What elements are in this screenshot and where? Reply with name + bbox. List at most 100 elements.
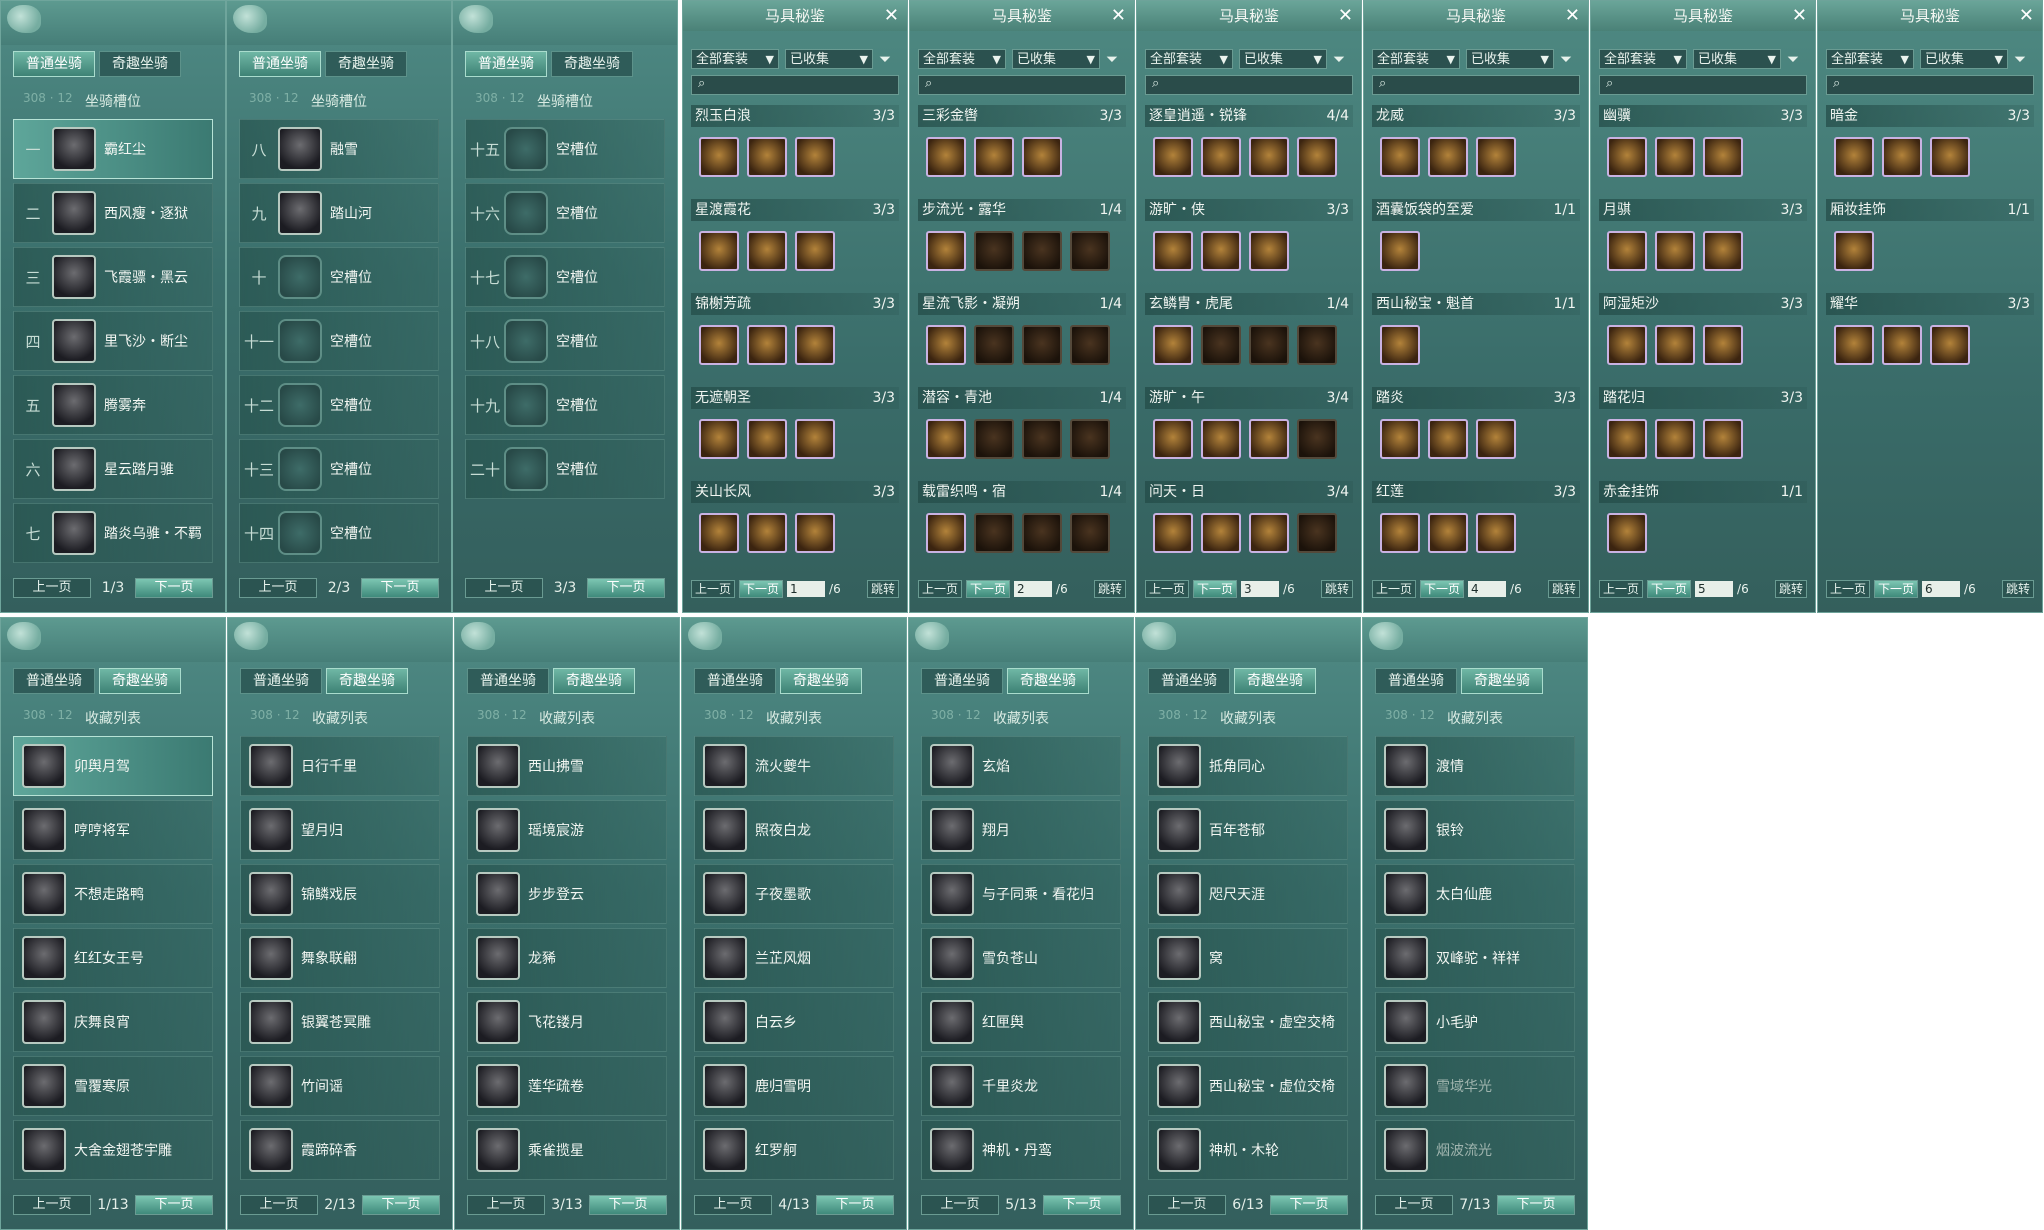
mount-row[interactable]: 卯舆月驾 xyxy=(13,736,213,796)
tack-piece-icon[interactable] xyxy=(1476,419,1516,459)
tack-piece-icon[interactable] xyxy=(1655,419,1695,459)
mount-row[interactable]: 十二 空槽位 xyxy=(239,375,439,435)
mount-row[interactable]: 西山拂雪 xyxy=(467,736,667,796)
tab-fun-mount[interactable]: 奇趣坐骑 xyxy=(325,51,407,77)
tack-piece-icon[interactable] xyxy=(1607,419,1647,459)
tack-set[interactable]: 问天・日 3/4 xyxy=(1145,481,1353,575)
mount-row[interactable]: 神机・木轮 xyxy=(1148,1120,1348,1180)
tack-piece-icon[interactable] xyxy=(974,325,1014,365)
tack-set[interactable]: 三彩金辔 3/3 xyxy=(918,105,1126,199)
tack-piece-icon[interactable] xyxy=(1249,137,1289,177)
close-icon[interactable]: ✕ xyxy=(1792,1,1807,31)
mount-row[interactable]: 日行千里 xyxy=(240,736,440,796)
filter-funnel-icon[interactable]: ⏷ xyxy=(1560,50,1572,68)
mount-row[interactable]: 十五 空槽位 xyxy=(465,119,665,179)
filter-funnel-icon[interactable]: ⏷ xyxy=(879,50,891,68)
tack-piece-icon[interactable] xyxy=(1297,137,1337,177)
tack-set[interactable]: 厢妆挂饰 1/1 xyxy=(1826,199,2034,293)
tack-piece-icon[interactable] xyxy=(1655,137,1695,177)
tack-piece-icon[interactable] xyxy=(795,137,835,177)
tack-piece-icon[interactable] xyxy=(1834,325,1874,365)
tack-set[interactable]: 耀华 3/3 xyxy=(1826,293,2034,387)
close-icon[interactable]: ✕ xyxy=(884,1,899,31)
mount-row[interactable]: 七 踏炎乌骓・不羁 xyxy=(13,503,213,563)
tack-piece-icon[interactable] xyxy=(1703,419,1743,459)
mount-row[interactable]: 十四 空槽位 xyxy=(239,503,439,563)
mount-row[interactable]: 百年苍郁 xyxy=(1148,800,1348,860)
mount-row[interactable]: 雪负苍山 xyxy=(921,928,1121,988)
prev-page-button[interactable]: 上一页 xyxy=(1148,1195,1226,1215)
tack-set[interactable]: 逐皇逍遥・锐锋 4/4 xyxy=(1145,105,1353,199)
tack-piece-icon[interactable] xyxy=(747,325,787,365)
tack-piece-icon[interactable] xyxy=(1022,325,1062,365)
tack-piece-icon[interactable] xyxy=(1930,325,1970,365)
jump-button[interactable]: 跳转 xyxy=(1093,580,1126,598)
tack-piece-icon[interactable] xyxy=(1607,325,1647,365)
set-filter-dropdown[interactable]: 全部套装 ▼ xyxy=(1372,49,1460,69)
collected-filter-dropdown[interactable]: 已收集 ▼ xyxy=(1920,49,2008,69)
tack-piece-icon[interactable] xyxy=(1153,137,1193,177)
mount-row[interactable]: 舞象联翩 xyxy=(240,928,440,988)
mount-row[interactable]: 十九 空槽位 xyxy=(465,375,665,435)
tack-piece-icon[interactable] xyxy=(1201,231,1241,271)
page-number-input[interactable]: 6 xyxy=(1922,581,1961,597)
close-icon[interactable]: ✕ xyxy=(1111,1,1126,31)
mount-row[interactable]: 玄焰 xyxy=(921,736,1121,796)
mount-row[interactable]: 白云乡 xyxy=(694,992,894,1052)
tab-normal-mount[interactable]: 普通坐骑 xyxy=(921,668,1003,694)
tab-normal-mount[interactable]: 普通坐骑 xyxy=(13,668,95,694)
tack-piece-icon[interactable] xyxy=(795,231,835,271)
tack-piece-icon[interactable] xyxy=(1297,419,1337,459)
tack-set[interactable]: 游旷・侠 3/3 xyxy=(1145,199,1353,293)
mount-row[interactable]: 三 飞霞骠・黑云 xyxy=(13,247,213,307)
page-number-input[interactable]: 5 xyxy=(1695,581,1734,597)
tack-piece-icon[interactable] xyxy=(974,419,1014,459)
mount-row[interactable]: 千里炎龙 xyxy=(921,1056,1121,1116)
tack-piece-icon[interactable] xyxy=(747,137,787,177)
mount-row[interactable]: 四 里飞沙・断尘 xyxy=(13,311,213,371)
tack-piece-icon[interactable] xyxy=(1070,231,1110,271)
tack-piece-icon[interactable] xyxy=(1201,137,1241,177)
tack-set[interactable]: 红莲 3/3 xyxy=(1372,481,1580,575)
tack-piece-icon[interactable] xyxy=(1022,231,1062,271)
jump-button[interactable]: 跳转 xyxy=(1320,580,1353,598)
tack-piece-icon[interactable] xyxy=(699,513,739,553)
prev-page-button[interactable]: 上一页 xyxy=(465,578,543,598)
tab-normal-mount[interactable]: 普通坐骑 xyxy=(694,668,776,694)
prev-page-button[interactable]: 上一页 xyxy=(467,1195,545,1215)
tab-normal-mount[interactable]: 普通坐骑 xyxy=(1375,668,1457,694)
tack-set[interactable]: 无遮朝圣 3/3 xyxy=(691,387,899,481)
jump-button[interactable]: 跳转 xyxy=(2001,580,2034,598)
next-page-button[interactable]: 下一页 xyxy=(1193,580,1238,598)
tack-set[interactable]: 月骐 3/3 xyxy=(1599,199,1807,293)
tack-piece-icon[interactable] xyxy=(926,419,966,459)
search-input[interactable]: ⌕ xyxy=(1145,75,1353,95)
tack-piece-icon[interactable] xyxy=(1153,513,1193,553)
mount-row[interactable]: 西山秘宝・虚空交椅 xyxy=(1148,992,1348,1052)
tack-piece-icon[interactable] xyxy=(699,137,739,177)
filter-funnel-icon[interactable]: ⏷ xyxy=(2014,50,2026,68)
tack-set[interactable]: 暗金 3/3 xyxy=(1826,105,2034,199)
search-input[interactable]: ⌕ xyxy=(1372,75,1580,95)
tack-set[interactable]: 锦榭芳疏 3/3 xyxy=(691,293,899,387)
mount-row[interactable]: 鹿归雪明 xyxy=(694,1056,894,1116)
next-page-button[interactable]: 下一页 xyxy=(134,1195,213,1215)
tack-piece-icon[interactable] xyxy=(747,513,787,553)
collected-filter-dropdown[interactable]: 已收集 ▼ xyxy=(1693,49,1781,69)
tack-piece-icon[interactable] xyxy=(1249,513,1289,553)
tack-piece-icon[interactable] xyxy=(1607,231,1647,271)
collected-filter-dropdown[interactable]: 已收集 ▼ xyxy=(1239,49,1327,69)
tack-piece-icon[interactable] xyxy=(1607,137,1647,177)
tack-set[interactable]: 星渡霞花 3/3 xyxy=(691,199,899,293)
tack-set[interactable]: 关山长风 3/3 xyxy=(691,481,899,575)
mount-row[interactable]: 乘雀揽星 xyxy=(467,1120,667,1180)
tack-piece-icon[interactable] xyxy=(1930,137,1970,177)
tack-piece-icon[interactable] xyxy=(974,513,1014,553)
tack-piece-icon[interactable] xyxy=(1201,325,1241,365)
prev-page-button[interactable]: 上一页 xyxy=(1375,1195,1453,1215)
tack-piece-icon[interactable] xyxy=(1153,231,1193,271)
collected-filter-dropdown[interactable]: 已收集 ▼ xyxy=(1466,49,1554,69)
tack-piece-icon[interactable] xyxy=(795,419,835,459)
tack-set[interactable]: 游旷・午 3/4 xyxy=(1145,387,1353,481)
mount-row[interactable]: 双峰驼・祥祥 xyxy=(1375,928,1575,988)
